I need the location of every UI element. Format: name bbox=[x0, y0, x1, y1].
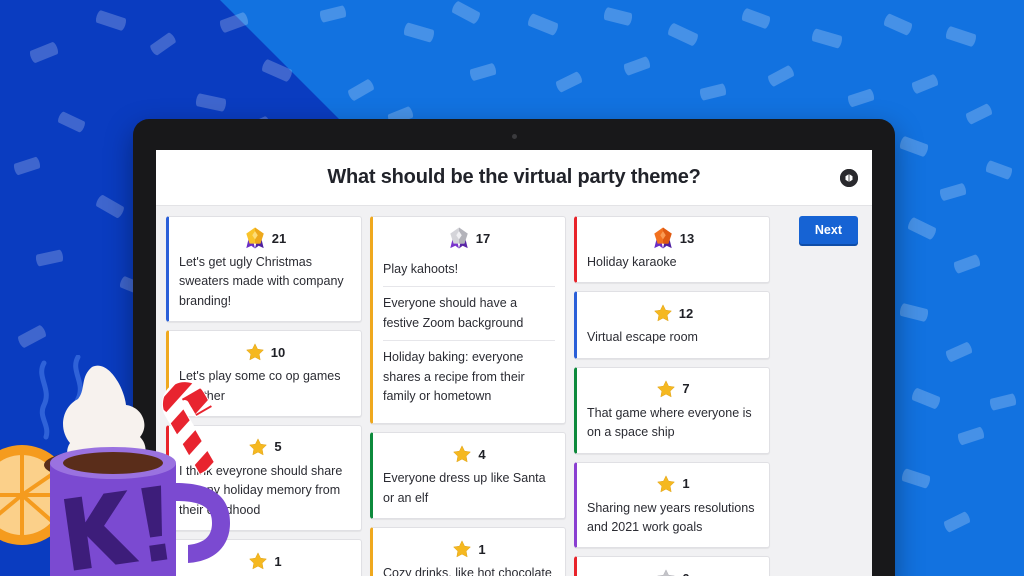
star-icon bbox=[248, 437, 268, 457]
vote-count: 1 bbox=[274, 553, 282, 569]
star-icon bbox=[656, 474, 676, 494]
card-entry: That game where everyone is on a space s… bbox=[587, 405, 752, 440]
vote-count: 7 bbox=[682, 381, 690, 397]
star-icon bbox=[248, 551, 268, 571]
card-entry: Let's get ugly Christmas sweaters made w… bbox=[179, 255, 344, 308]
card-entry: Play kahoots! bbox=[383, 262, 459, 276]
card-entry: Holiday karaoke bbox=[587, 255, 677, 269]
vote-count: 17 bbox=[475, 230, 491, 246]
vote-count: 21 bbox=[271, 230, 287, 246]
kahoot-mug bbox=[0, 354, 242, 576]
card-header: 4 bbox=[383, 441, 555, 467]
card-header: 13 bbox=[587, 225, 759, 251]
vote-count: 4 bbox=[478, 446, 486, 462]
card-entry: Sharing new years resolutions and 2021 w… bbox=[587, 500, 755, 534]
silver-medal-icon bbox=[448, 226, 470, 250]
vote-count: 0 bbox=[682, 571, 689, 576]
column-2: 17 Play kahoots! Everyone should have a fe… bbox=[370, 216, 566, 576]
expand-icon[interactable] bbox=[840, 168, 858, 187]
star-icon bbox=[245, 342, 265, 362]
bronze-medal-icon bbox=[652, 226, 674, 250]
card-entry: Everyone dress up like Santa or an elf bbox=[383, 471, 546, 505]
card-header: 12 bbox=[587, 300, 759, 326]
laptop-frame: What should be the virtual party theme? … bbox=[133, 119, 895, 576]
card-header: 1 bbox=[587, 471, 759, 497]
answer-card[interactable]: 7 That game where everyone is on a space … bbox=[574, 366, 770, 454]
answer-card[interactable]: 21 Let's get ugly Christmas sweaters made… bbox=[166, 216, 362, 323]
card-header: 7 bbox=[587, 376, 759, 402]
card-entry: Virtual escape room bbox=[587, 330, 698, 345]
star-icon bbox=[452, 444, 472, 464]
answer-card[interactable]: 13 Holiday karaoke bbox=[574, 216, 770, 284]
laptop-screen: What should be the virtual party theme? … bbox=[156, 150, 872, 576]
webcam-dot bbox=[511, 134, 517, 139]
column-3: 13 Holiday karaoke 12 Virtual escape room 7 T… bbox=[574, 216, 770, 576]
vote-count: 10 bbox=[270, 344, 286, 360]
card-header: 21 bbox=[179, 225, 351, 251]
vote-count: 13 bbox=[679, 230, 695, 246]
card-entry: Holiday baking: everyone shares a recipe… bbox=[383, 340, 555, 413]
card-header: 1 bbox=[383, 536, 555, 562]
answer-card[interactable]: 12 Virtual escape room bbox=[574, 291, 770, 359]
card-header: 0 bbox=[587, 565, 759, 576]
vote-count: 1 bbox=[478, 541, 486, 557]
card-entry: Cozy drinks, like hot chocolate bbox=[383, 566, 552, 576]
star-icon bbox=[656, 379, 676, 399]
answer-card[interactable]: 1 Sharing new years resolutions and 2021 … bbox=[574, 461, 770, 549]
star-icon bbox=[452, 539, 472, 559]
answer-card[interactable]: 17 Play kahoots! Everyone should have a fe… bbox=[370, 216, 566, 425]
vote-count: 5 bbox=[274, 439, 282, 455]
answer-card[interactable]: 4 Everyone dress up like Santa or an elf bbox=[370, 432, 566, 519]
answer-card[interactable]: 1 Cozy drinks, like hot chocolate bbox=[370, 527, 566, 576]
star-icon bbox=[653, 303, 673, 323]
app-header: What should be the virtual party theme? bbox=[156, 150, 872, 206]
next-button[interactable]: Next bbox=[798, 216, 858, 244]
answer-board: 21 Let's get ugly Christmas sweaters made… bbox=[156, 206, 872, 576]
card-header: 17 bbox=[383, 225, 555, 251]
vote-count: 12 bbox=[678, 305, 694, 321]
card-entry: Everyone should have a festive Zoom back… bbox=[383, 286, 555, 340]
page-title: What should be the virtual party theme? bbox=[327, 166, 701, 188]
screenshot-root: What should be the virtual party theme? … bbox=[0, 0, 1024, 576]
star-empty-icon bbox=[656, 568, 676, 576]
vote-count: 1 bbox=[682, 476, 690, 491]
answer-card[interactable]: 0 bbox=[574, 556, 770, 576]
gold-medal-icon bbox=[244, 226, 266, 250]
